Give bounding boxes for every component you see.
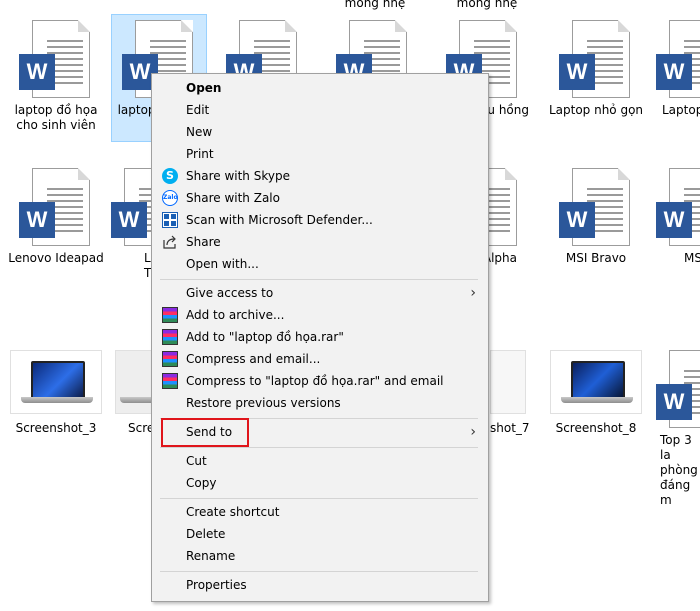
file-label: Screenshot_3 xyxy=(15,421,97,435)
menu-separator xyxy=(160,447,478,448)
menu-item-new[interactable]: New xyxy=(154,121,486,143)
menu-separator xyxy=(160,571,478,572)
file-tile[interactable]: shot_7 xyxy=(490,350,530,436)
word-doc-icon: W xyxy=(656,20,700,100)
file-tile[interactable]: W L Th xyxy=(111,168,151,281)
word-doc-icon: W xyxy=(19,20,93,100)
file-tile[interactable]: W MS xyxy=(656,168,700,266)
share-icon xyxy=(162,234,178,250)
winrar-icon xyxy=(162,351,178,367)
menu-item-restore-versions[interactable]: Restore previous versions xyxy=(154,392,486,414)
word-doc-icon: W xyxy=(656,350,700,430)
file-label: L Th xyxy=(144,251,151,280)
menu-separator xyxy=(160,498,478,499)
menu-item-copy[interactable]: Copy xyxy=(154,472,486,494)
file-tile[interactable]: Scre xyxy=(115,350,151,436)
menu-item-open-with[interactable]: Open with... xyxy=(154,253,486,275)
file-label: Lenovo Ideapad xyxy=(8,251,104,265)
menu-item-edit[interactable]: Edit xyxy=(154,99,486,121)
winrar-icon xyxy=(162,373,178,389)
file-label: Screenshot_8 xyxy=(555,421,637,435)
send-to-highlight-box xyxy=(161,418,249,447)
menu-item-share-zalo[interactable]: Zalo Share with Zalo xyxy=(154,187,486,209)
menu-item-rename[interactable]: Rename xyxy=(154,545,486,567)
menu-item-delete[interactable]: Delete xyxy=(154,523,486,545)
menu-item-share-skype[interactable]: S Share with Skype xyxy=(154,165,486,187)
menu-item-compress-to-rar-email[interactable]: Compress to "laptop đồ họa.rar" and emai… xyxy=(154,370,486,392)
winrar-icon xyxy=(162,307,178,323)
file-label: shot_7 xyxy=(490,421,530,435)
file-label: Laptop nhỏ gọn xyxy=(548,103,644,117)
file-tile[interactable]: W laptop đồ họa cho sinh viên xyxy=(8,20,104,133)
file-label: Laptop xyxy=(662,103,700,117)
menu-item-create-shortcut[interactable]: Create shortcut xyxy=(154,501,486,523)
menu-item-properties[interactable]: Properties xyxy=(154,574,486,596)
context-menu: Open Edit New Print S Share with Skype Z… xyxy=(151,73,489,602)
file-tile[interactable]: W Lenovo Ideapad xyxy=(8,168,104,266)
menu-item-add-archive[interactable]: Add to archive... xyxy=(154,304,486,326)
word-doc-icon: W xyxy=(19,168,93,248)
file-tile[interactable]: W MSI Bravo xyxy=(548,168,644,266)
file-tile[interactable]: W Laptop nhỏ gọn xyxy=(548,20,644,118)
menu-item-open[interactable]: Open xyxy=(154,77,486,99)
menu-item-print[interactable]: Print xyxy=(154,143,486,165)
top-label-1: mỏng nhẹ xyxy=(344,0,406,10)
word-doc-icon: W xyxy=(559,20,633,100)
menu-item-share[interactable]: Share xyxy=(154,231,486,253)
menu-item-cut[interactable]: Cut xyxy=(154,450,486,472)
laptop-thumbnail xyxy=(10,350,102,414)
skype-icon: S xyxy=(162,168,178,184)
file-label: Scre xyxy=(128,421,151,435)
file-label: MSI Bravo xyxy=(565,251,627,265)
word-doc-icon: W xyxy=(559,168,633,248)
file-tile[interactable]: W Laptop xyxy=(656,20,700,118)
winrar-icon xyxy=(162,329,178,345)
menu-item-compress-email[interactable]: Compress and email... xyxy=(154,348,486,370)
file-tile[interactable]: Screenshot_3 xyxy=(8,350,104,436)
file-tile[interactable]: W Top 3 la phòng đáng m xyxy=(656,350,700,508)
laptop-thumbnail xyxy=(115,350,151,414)
menu-separator xyxy=(160,279,478,280)
defender-icon xyxy=(162,212,178,228)
menu-item-add-to-rar[interactable]: Add to "laptop đồ họa.rar" xyxy=(154,326,486,348)
image-thumbnail xyxy=(490,350,526,414)
menu-item-scan-defender[interactable]: Scan with Microsoft Defender... xyxy=(154,209,486,231)
word-doc-icon: W xyxy=(111,168,151,248)
chevron-right-icon: › xyxy=(470,424,476,440)
word-doc-icon: W xyxy=(656,168,700,248)
chevron-right-icon: › xyxy=(470,285,476,301)
file-tile[interactable]: Screenshot_8 xyxy=(548,350,644,436)
menu-item-give-access[interactable]: Give access to › xyxy=(154,282,486,304)
file-label: Top 3 la phòng đáng m xyxy=(660,433,698,507)
file-label: laptop đồ họa cho sinh viên xyxy=(14,103,98,132)
laptop-thumbnail xyxy=(550,350,642,414)
zalo-icon: Zalo xyxy=(162,190,178,206)
file-label: MS xyxy=(684,251,700,265)
top-label-2: mỏng nhẹ xyxy=(456,0,518,10)
